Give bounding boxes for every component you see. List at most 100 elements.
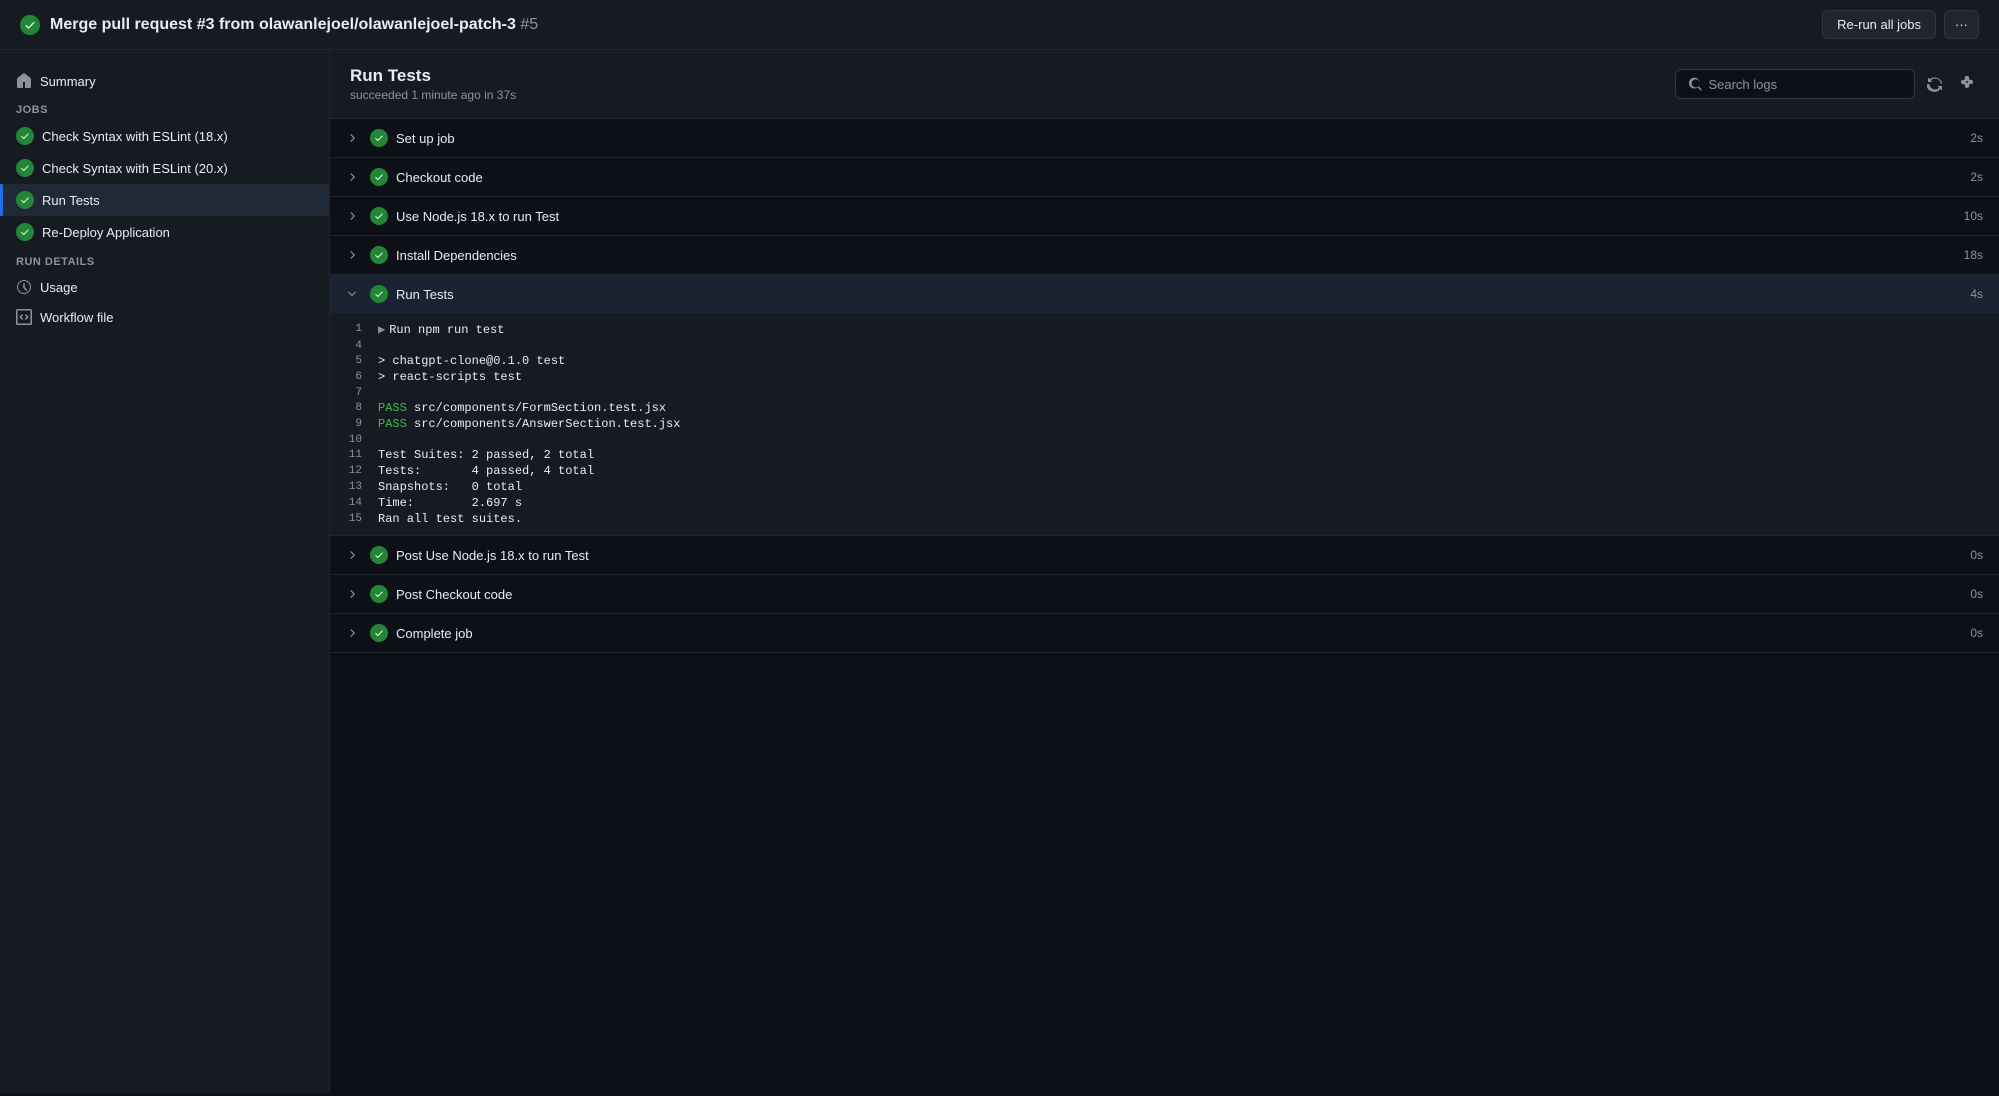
step-row-checkout[interactable]: Checkout code 2s <box>330 158 1999 197</box>
step-name: Complete job <box>396 626 1962 641</box>
rerun-button[interactable]: Re-run all jobs <box>1822 10 1936 39</box>
sidebar-item-summary[interactable]: Summary <box>0 66 329 96</box>
line-number: 6 <box>330 370 378 383</box>
job-header: Run Tests succeeded 1 minute ago in 37s <box>330 50 1999 119</box>
top-bar: Merge pull request #3 from olawanlejoel/… <box>0 0 1999 50</box>
sidebar-item-workflow[interactable]: Workflow file <box>0 302 329 332</box>
log-line: 8PASS src/components/FormSection.test.js… <box>330 400 1999 416</box>
sidebar-item-job3[interactable]: Run Tests <box>0 184 329 216</box>
pass-badge: PASS <box>378 417 407 431</box>
line-number: 13 <box>330 480 378 493</box>
run-detail-label: Workflow file <box>40 310 113 325</box>
line-number: 10 <box>330 433 378 446</box>
line-number: 7 <box>330 386 378 399</box>
refresh-button[interactable] <box>1923 72 1947 96</box>
job-status-icon <box>16 223 34 241</box>
step-row-complete[interactable]: Complete job 0s <box>330 614 1999 653</box>
clock-icon <box>16 279 32 295</box>
job-header-right <box>1675 69 1979 99</box>
code-icon <box>16 309 32 325</box>
sidebar-run-details-list: Usage Workflow file <box>0 272 329 332</box>
step-status-icon <box>370 168 388 186</box>
step-status-icon <box>370 207 388 225</box>
step-status-icon <box>370 285 388 303</box>
log-line: 10 <box>330 432 1999 447</box>
log-line: 11Test Suites: 2 passed, 2 total <box>330 447 1999 463</box>
line-number: 8 <box>330 401 378 414</box>
step-name: Post Checkout code <box>396 587 1962 602</box>
line-content: ▶Run npm run test <box>378 322 504 337</box>
step-row-install[interactable]: Install Dependencies 18s <box>330 236 1999 275</box>
sidebar-item-job1[interactable]: Check Syntax with ESLint (18.x) <box>0 120 329 152</box>
chevron-icon <box>346 288 362 300</box>
log-line: 6> react-scripts test <box>330 369 1999 385</box>
settings-button[interactable] <box>1955 72 1979 96</box>
more-button[interactable]: ··· <box>1944 10 1979 39</box>
job-meta: succeeded 1 minute ago in 37s <box>350 88 516 102</box>
line-number: 11 <box>330 448 378 461</box>
line-number: 14 <box>330 496 378 509</box>
step-row-postuse[interactable]: Post Use Node.js 18.x to run Test 0s <box>330 536 1999 575</box>
chevron-icon <box>346 549 362 561</box>
page-title: Merge pull request #3 from olawanlejoel/… <box>50 16 538 34</box>
sidebar-item-usage[interactable]: Usage <box>0 272 329 302</box>
jobs-section-label: Jobs <box>0 96 329 120</box>
chevron-icon <box>346 249 362 261</box>
top-bar-left: Merge pull request #3 from olawanlejoel/… <box>20 15 538 35</box>
main-content: Run Tests succeeded 1 minute ago in 37s <box>330 50 1999 1093</box>
step-duration: 2s <box>1970 170 1983 184</box>
pass-badge: PASS <box>378 401 407 415</box>
sidebar-jobs-list: Check Syntax with ESLint (18.x) Check Sy… <box>0 120 329 248</box>
sidebar-item-job4[interactable]: Re-Deploy Application <box>0 216 329 248</box>
job-header-left: Run Tests succeeded 1 minute ago in 37s <box>350 66 516 102</box>
step-name: Set up job <box>396 131 1962 146</box>
step-name: Post Use Node.js 18.x to run Test <box>396 548 1962 563</box>
refresh-icon <box>1927 76 1943 92</box>
step-row-nodejs[interactable]: Use Node.js 18.x to run Test 10s <box>330 197 1999 236</box>
chevron-icon <box>346 132 362 144</box>
step-name: Use Node.js 18.x to run Test <box>396 209 1956 224</box>
run-number: #5 <box>520 16 538 33</box>
line-content: PASS src/components/AnswerSection.test.j… <box>378 417 680 431</box>
step-row-runtests[interactable]: Run Tests 4s <box>330 275 1999 313</box>
line-number: 12 <box>330 464 378 477</box>
step-row-postcheckout[interactable]: Post Checkout code 0s <box>330 575 1999 614</box>
sidebar-item-job2[interactable]: Check Syntax with ESLint (20.x) <box>0 152 329 184</box>
job-status-icon <box>16 127 34 145</box>
step-row-setup[interactable]: Set up job 2s <box>330 119 1999 158</box>
search-input[interactable] <box>1708 77 1902 92</box>
step-status-icon <box>370 546 388 564</box>
log-line: 12Tests: 4 passed, 4 total <box>330 463 1999 479</box>
log-output-runtests: 1▶Run npm run test45> chatgpt-clone@0.1.… <box>330 313 1999 536</box>
chevron-icon <box>346 588 362 600</box>
step-name: Install Dependencies <box>396 248 1956 263</box>
step-setup: Set up job 2s <box>330 119 1999 158</box>
sidebar-summary-label: Summary <box>40 74 96 89</box>
job-status-icon <box>16 191 34 209</box>
step-runtests: Run Tests 4s 1▶Run npm run test45> chatg… <box>330 275 1999 536</box>
job-title: Run Tests <box>350 66 516 86</box>
layout: Summary Jobs Check Syntax with ESLint (1… <box>0 50 1999 1093</box>
step-status-icon <box>370 585 388 603</box>
log-line: 13Snapshots: 0 total <box>330 479 1999 495</box>
search-box[interactable] <box>1675 69 1915 99</box>
step-duration: 0s <box>1970 587 1983 601</box>
chevron-icon <box>346 171 362 183</box>
chevron-icon <box>346 627 362 639</box>
sidebar-job-label: Check Syntax with ESLint (20.x) <box>42 161 228 176</box>
log-line: 14Time: 2.697 s <box>330 495 1999 511</box>
steps-container: Set up job 2s Checkout code 2s Use Node.… <box>330 119 1999 653</box>
run-status-icon <box>20 15 40 35</box>
step-complete: Complete job 0s <box>330 614 1999 653</box>
sidebar-job-label: Check Syntax with ESLint (18.x) <box>42 129 228 144</box>
chevron-icon <box>346 210 362 222</box>
run-details-section-label: Run details <box>0 248 329 272</box>
step-status-icon <box>370 129 388 147</box>
line-content: Test Suites: 2 passed, 2 total <box>378 448 594 462</box>
step-duration: 0s <box>1970 548 1983 562</box>
line-content: Time: 2.697 s <box>378 496 522 510</box>
sidebar-job-label: Re-Deploy Application <box>42 225 170 240</box>
sidebar-job-label: Run Tests <box>42 193 100 208</box>
line-content: > chatgpt-clone@0.1.0 test <box>378 354 565 368</box>
log-line: 9PASS src/components/AnswerSection.test.… <box>330 416 1999 432</box>
